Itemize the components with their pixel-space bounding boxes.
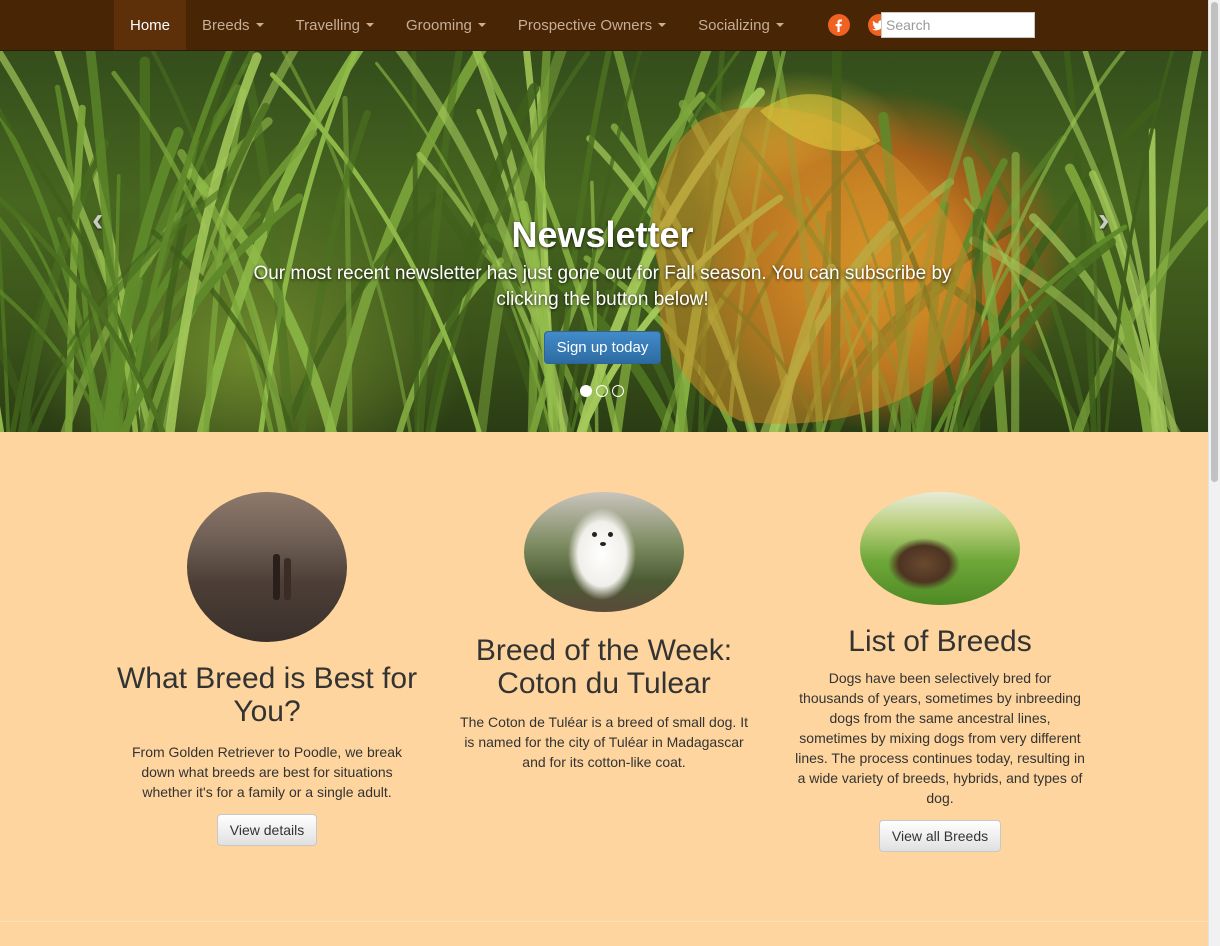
nav-item-prospective-owners[interactable]: Prospective Owners: [502, 0, 682, 50]
caret-down-icon: [775, 23, 784, 27]
view-details-button[interactable]: View details: [216, 814, 318, 846]
caret-down-icon: [658, 23, 667, 27]
column-title: List of Breeds: [848, 625, 1032, 658]
nav-label: Home: [130, 16, 171, 34]
carousel-indicator-2[interactable]: [596, 385, 608, 397]
carousel-indicator-1[interactable]: [580, 385, 592, 397]
breed-guide-column: What Breed is Best for You? From Golden …: [110, 492, 424, 846]
column-text: Dogs have been selectively bred for thou…: [795, 670, 1085, 806]
caret-down-icon: [255, 23, 264, 27]
carousel-indicator-3[interactable]: [612, 385, 624, 397]
hero-text: Our most recent newsletter has just gone…: [253, 263, 952, 310]
nav-label: Grooming: [406, 16, 472, 34]
view-all-breeds-button[interactable]: View all Breeds: [878, 820, 1002, 852]
nav-label: Prospective Owners: [517, 16, 653, 34]
carousel-prev-icon[interactable]: ‹: [92, 201, 103, 240]
nav-item-grooming[interactable]: Grooming: [390, 0, 502, 50]
nav-label: Breeds: [202, 16, 250, 34]
breed-of-week-column: Breed of the Week: Coton du Tulear The C…: [447, 492, 761, 772]
coton-dog-image: [524, 492, 684, 612]
nav-item-socializing[interactable]: Socializing: [682, 0, 800, 50]
caret-down-icon: [477, 23, 486, 27]
nav-item-home[interactable]: Home: [114, 0, 187, 50]
carousel-next-icon[interactable]: ›: [1098, 201, 1109, 240]
column-text: From Golden Retriever to Poodle, we brea…: [131, 744, 402, 800]
column-title: Breed of the Week: Coton du Tulear: [475, 634, 733, 700]
column-text: The Coton de Tuléar is a breed of small …: [460, 714, 748, 770]
caret-down-icon: [366, 23, 375, 27]
page-scrollbar[interactable]: [1208, 0, 1220, 946]
main-nav: Home Breeds Travelling Grooming Prospect…: [114, 0, 904, 50]
nav-item-breeds[interactable]: Breeds: [186, 0, 280, 50]
nav-item-travelling[interactable]: Travelling: [280, 0, 390, 50]
search-input[interactable]: [881, 12, 1035, 38]
list-of-breeds-column: List of Breeds Dogs have been selectivel…: [783, 492, 1097, 852]
facebook-icon[interactable]: [827, 14, 850, 36]
scrollbar-thumb[interactable]: [1211, 2, 1218, 482]
beach-couple-image: [187, 492, 347, 642]
column-title: What Breed is Best for You?: [116, 662, 418, 728]
section-divider: [0, 921, 1208, 922]
hero-carousel: ‹ › Newsletter Our most recent newslette…: [0, 51, 1208, 432]
carousel-caption: Newsletter Our most recent newsletter ha…: [240, 211, 965, 364]
carousel-indicators: [580, 385, 624, 397]
navbar: Home Breeds Travelling Grooming Prospect…: [0, 0, 1208, 51]
puppy-on-grass-image: [860, 492, 1020, 605]
sign-up-button[interactable]: Sign up today: [543, 331, 662, 364]
nav-label: Socializing: [698, 16, 770, 34]
hero-title: Newsletter: [511, 214, 694, 255]
nav-label: Travelling: [295, 16, 361, 34]
